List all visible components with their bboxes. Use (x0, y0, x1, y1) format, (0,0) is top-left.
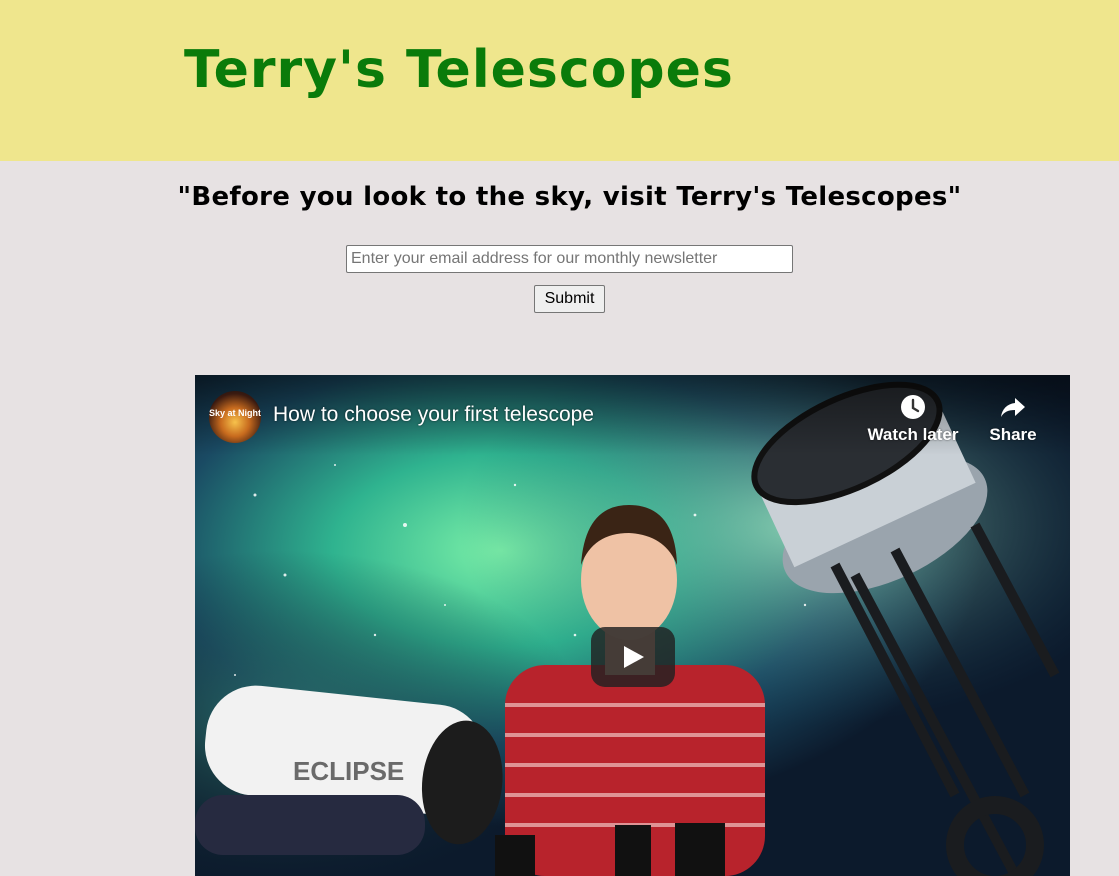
video-player[interactable]: ECLIPSE Sky at Night How to choose your … (195, 375, 1070, 876)
channel-logo-text: Sky at Night (209, 408, 261, 418)
tagline: "Before you look to the sky, visit Terry… (177, 182, 962, 212)
play-button[interactable] (591, 627, 675, 687)
site-title: Terry's Telescopes (184, 40, 734, 100)
submit-button[interactable]: Submit (534, 285, 605, 313)
clock-icon (901, 395, 925, 419)
share-label: Share (989, 425, 1037, 444)
email-field[interactable] (346, 245, 793, 273)
channel-avatar[interactable]: Sky at Night (209, 391, 261, 443)
watch-later-label: Watch later (867, 425, 959, 444)
eclipse-label: ECLIPSE (293, 756, 404, 786)
site-header: Terry's Telescopes (0, 0, 1119, 161)
watch-later-button[interactable]: Watch later (867, 393, 959, 445)
share-icon (1001, 398, 1025, 417)
video-title[interactable]: How to choose your first telescope (273, 403, 594, 427)
play-icon (624, 646, 644, 668)
share-button[interactable]: Share (983, 393, 1043, 445)
